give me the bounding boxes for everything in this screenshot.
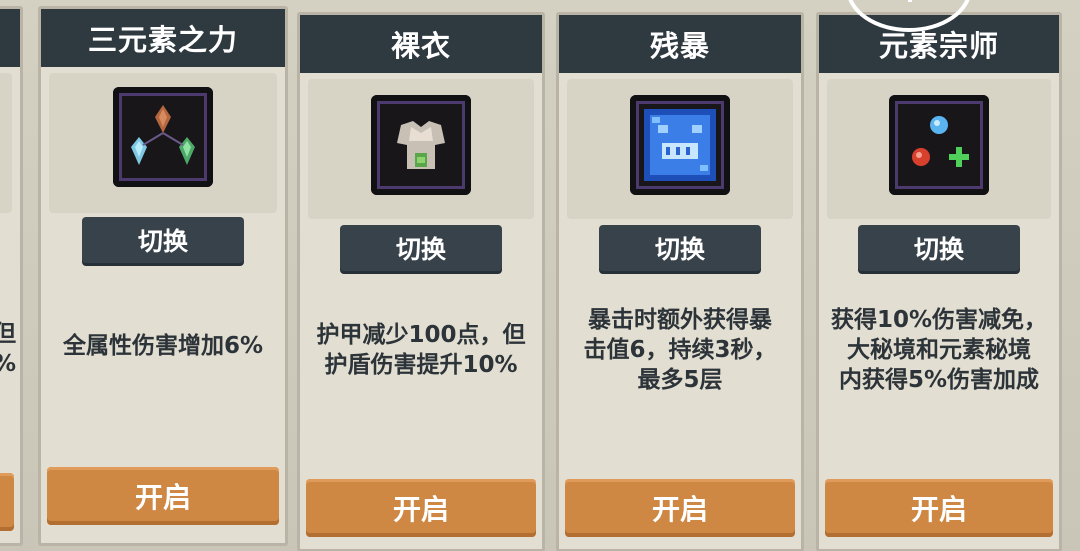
card-title: 三元素之力 bbox=[41, 9, 285, 67]
icon-area bbox=[0, 73, 12, 213]
card-description: 护甲减少100点，但 护盾伤害提升10% bbox=[316, 322, 526, 378]
talent-card-bare-shirt: 裸衣 切换 护甲减少100点，但 护盾伤害提升10% 开启 bbox=[297, 12, 545, 551]
talent-selection-screen: 但 % 三元素之力 切换 全属性伤害增加6% 开启 bbox=[0, 0, 1080, 551]
icon-area bbox=[49, 73, 277, 213]
switch-button[interactable]: 切换 bbox=[599, 225, 761, 271]
card-description: 但 % bbox=[0, 321, 16, 377]
blue-beast-icon bbox=[630, 95, 730, 195]
icon-area bbox=[308, 79, 534, 219]
icon-area bbox=[827, 79, 1051, 219]
three-gems-icon bbox=[113, 87, 213, 187]
switch-button[interactable]: 切换 bbox=[858, 225, 1020, 271]
card-description: 暴击时额外获得暴 击值6，持续3秒， 最多5层 bbox=[583, 307, 777, 393]
talent-card-partial-left: 但 % bbox=[0, 6, 23, 546]
talent-card-brutality: 残暴 切换 暴击时额外获得暴 击值6，持续3秒， 最多5层 开启 bbox=[556, 12, 804, 551]
bare-shirt-icon bbox=[371, 95, 471, 195]
card-title-bar bbox=[0, 9, 20, 67]
card-title: 裸衣 bbox=[300, 15, 542, 73]
card-title: 残暴 bbox=[559, 15, 801, 73]
talent-card-three-elements: 三元素之力 切换 全属性伤害增加6% 开启 bbox=[38, 6, 288, 546]
open-button[interactable] bbox=[0, 473, 14, 531]
open-button[interactable]: 开启 bbox=[47, 467, 279, 525]
switch-button[interactable]: 切换 bbox=[82, 217, 244, 263]
switch-button[interactable]: 切换 bbox=[340, 225, 502, 271]
open-button[interactable]: 开启 bbox=[306, 479, 536, 537]
open-button[interactable]: 开启 bbox=[565, 479, 795, 537]
three-element-orbs-icon bbox=[889, 95, 989, 195]
card-description: 全属性伤害增加6% bbox=[62, 333, 264, 359]
open-button[interactable]: 开启 bbox=[825, 479, 1053, 537]
talent-card-element-master: 元素宗师 切换 获得10%伤害减免， 大秘境和元素秘境 内获得5%伤害加成 开启 bbox=[816, 12, 1062, 551]
icon-area bbox=[567, 79, 793, 219]
card-description: 获得10%伤害减免， 大秘境和元素秘境 内获得5%伤害加成 bbox=[830, 307, 1048, 393]
